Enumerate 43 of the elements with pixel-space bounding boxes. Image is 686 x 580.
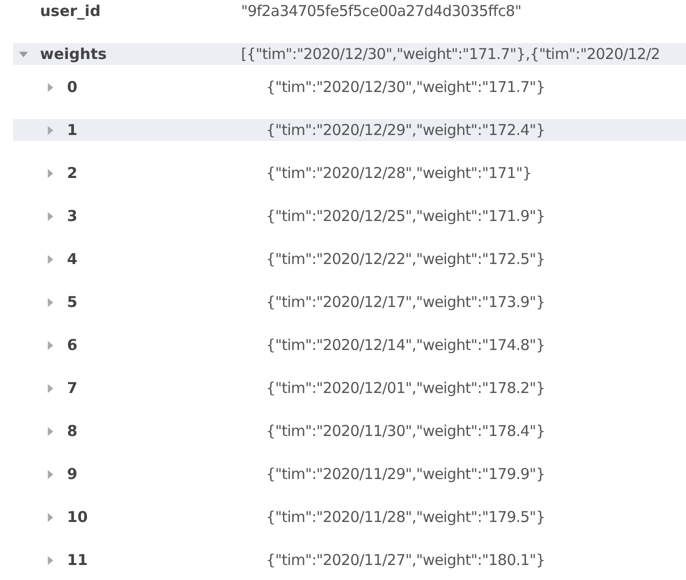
- field-key: user_id: [40, 2, 241, 20]
- field-value: {"tim":"2020/11/30","weight":"178.4"}: [266, 422, 545, 440]
- field-key: 0: [67, 78, 266, 96]
- field-value: {"tim":"2020/12/14","weight":"174.8"}: [266, 336, 545, 354]
- caret-right-icon[interactable]: [46, 470, 55, 478]
- caret-right-icon[interactable]: [46, 212, 55, 220]
- field-key: weights: [40, 45, 241, 63]
- caret-right-icon[interactable]: [46, 340, 55, 350]
- field-value: {"tim":"2020/12/30","weight":"171.7"}: [266, 78, 545, 96]
- caret-right-icon[interactable]: [46, 168, 55, 178]
- field-key: 4: [67, 250, 266, 268]
- caret-right-icon[interactable]: [46, 298, 55, 306]
- field-value: {"tim":"2020/12/01","weight":"178.2"}: [266, 379, 545, 397]
- field-key: 3: [67, 207, 266, 225]
- field-key: 1: [67, 121, 266, 139]
- caret-right-icon[interactable]: [46, 426, 55, 436]
- caret-right-icon[interactable]: [46, 254, 55, 264]
- field-value: {"tim":"2020/12/25","weight":"171.9"}: [266, 207, 545, 225]
- field-value: {"tim":"2020/12/29","weight":"172.4"}: [266, 121, 545, 139]
- field-value: [{"tim":"2020/12/30","weight":"171.7"},{"tim":"2020/12/2: [241, 45, 660, 63]
- caret-right-icon[interactable]: [46, 556, 55, 564]
- field-value: {"tim":"2020/11/27","weight":"180.1"}: [266, 551, 545, 569]
- field-value: {"tim":"2020/12/28","weight":"171"}: [266, 164, 532, 182]
- field-key: 11: [67, 551, 266, 569]
- caret-right-icon[interactable]: [46, 512, 55, 522]
- field-key: 5: [67, 293, 266, 311]
- field-value: {"tim":"2020/11/28","weight":"179.5"}: [266, 508, 545, 526]
- field-key: 9: [67, 465, 266, 483]
- field-key: 8: [67, 422, 266, 440]
- tree-row[interactable]: weights [{"tim":"2020/12/30","weight":"171.7"},{"tim":"2020/12/2: [13, 43, 686, 65]
- caret-right-icon[interactable]: [46, 126, 55, 134]
- caret-right-icon[interactable]: [46, 82, 55, 92]
- field-value: {"tim":"2020/12/17","weight":"173.9"}: [266, 293, 545, 311]
- field-key: 10: [67, 508, 266, 526]
- field-value: "9f2a34705fe5f5ce00a27d4d3035ffc8": [241, 2, 522, 20]
- field-value: {"tim":"2020/12/22","weight":"172.5"}: [266, 250, 545, 268]
- field-value: {"tim":"2020/11/29","weight":"179.9"}: [266, 465, 545, 483]
- caret-down-icon[interactable]: [19, 50, 28, 58]
- tree-row[interactable]: 1 {"tim":"2020/12/29","weight":"172.4"}: [13, 119, 686, 141]
- field-key: 2: [67, 164, 266, 182]
- caret-right-icon[interactable]: [46, 384, 55, 392]
- field-key: 7: [67, 379, 266, 397]
- field-key: 6: [67, 336, 266, 354]
